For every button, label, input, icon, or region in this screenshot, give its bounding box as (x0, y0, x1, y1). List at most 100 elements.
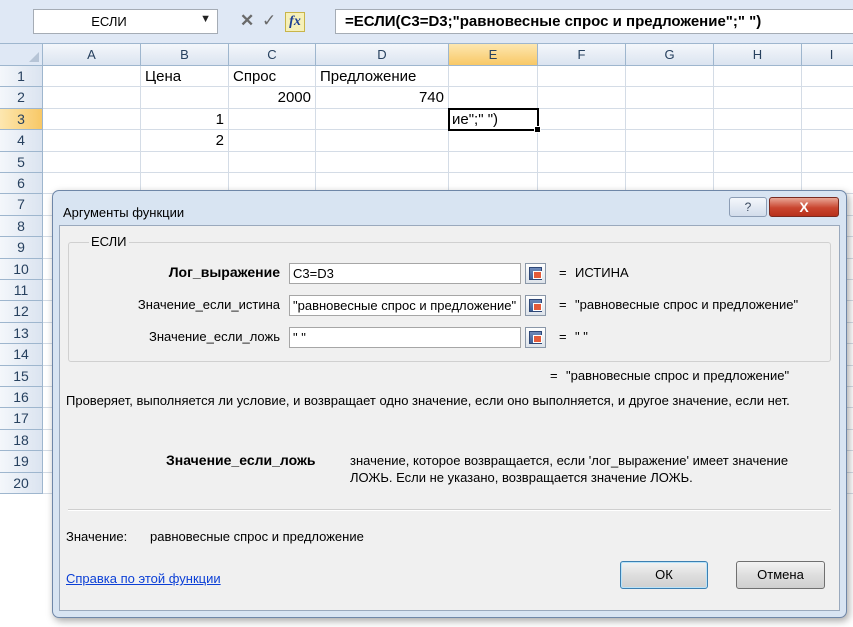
cell-b1[interactable]: Цена (141, 66, 229, 88)
arg-input-logical-test[interactable]: C3=D3 (289, 263, 521, 284)
cell-e5[interactable] (449, 151, 538, 173)
arg-input-value-if-true[interactable]: "равновесные спрос и предложение" (289, 295, 521, 316)
row-header-5[interactable]: 5 (0, 151, 43, 173)
collapse-dialog-icon[interactable] (525, 295, 546, 316)
row-header-20[interactable]: 20 (0, 472, 43, 494)
cell-f1[interactable] (538, 66, 626, 88)
column-header-i[interactable]: I (802, 44, 853, 66)
cell-a3[interactable] (43, 108, 141, 131)
cell-h4[interactable] (714, 130, 802, 152)
row-header-12[interactable]: 12 (0, 301, 43, 323)
function-description: Проверяет, выполняется ли условие, и воз… (66, 393, 790, 408)
row-header-6[interactable]: 6 (0, 173, 43, 195)
column-header-h[interactable]: H (714, 44, 802, 66)
cell-c5[interactable] (229, 151, 316, 173)
divider (68, 509, 831, 511)
row-header-14[interactable]: 14 (0, 344, 43, 366)
cell-f2[interactable] (538, 87, 626, 109)
equals-sign: = (550, 368, 558, 383)
cell-d1[interactable]: Предложение (316, 66, 449, 88)
cell-d3[interactable] (316, 108, 449, 131)
row-header-13[interactable]: 13 (0, 322, 43, 345)
active-cell-editor[interactable]: ие";" ") (448, 107, 541, 134)
cell-c2[interactable]: 2000 (229, 87, 316, 109)
equals-sign: = (559, 265, 567, 280)
cell-a4[interactable] (43, 130, 141, 152)
cell-b5[interactable] (141, 151, 229, 173)
row-header-2[interactable]: 2 (0, 87, 43, 109)
cell-g5[interactable] (626, 151, 714, 173)
cell-i3[interactable] (802, 109, 853, 131)
cell-i5[interactable] (802, 152, 853, 173)
column-header-d[interactable]: D (316, 44, 449, 66)
row-header-9[interactable]: 9 (0, 237, 43, 259)
row-header-19[interactable]: 19 (0, 451, 43, 473)
cell-e2[interactable] (449, 87, 538, 109)
ok-button[interactable]: ОК (620, 561, 708, 589)
insert-function-icon[interactable]: fx (285, 12, 305, 32)
select-all-corner[interactable] (0, 44, 43, 66)
confirm-entry-icon[interactable]: ✓ (262, 11, 276, 31)
cell-h1[interactable] (714, 66, 802, 88)
close-icon[interactable]: X (769, 197, 839, 217)
cell-f3[interactable] (538, 108, 626, 131)
column-header-f[interactable]: F (538, 44, 626, 66)
row-header-10[interactable]: 10 (0, 258, 43, 280)
cell-e1[interactable] (449, 66, 538, 88)
cell-f4[interactable] (538, 130, 626, 152)
formula-bar: ЕСЛИ ▼ ✕ ✓ fx =ЕСЛИ(C3=D3;"равновесные с… (0, 0, 853, 44)
cell-d4[interactable] (316, 130, 449, 152)
column-header-e[interactable]: E (449, 44, 538, 66)
cell-f5[interactable] (538, 151, 626, 173)
cell-e4[interactable] (449, 130, 538, 152)
row-header-16[interactable]: 16 (0, 387, 43, 409)
row-header-8[interactable]: 8 (0, 215, 43, 238)
row-header-3[interactable]: 3 (0, 108, 43, 131)
row-header-11[interactable]: 11 (0, 280, 43, 302)
row-header-4[interactable]: 4 (0, 130, 43, 152)
cell-i4[interactable] (802, 130, 853, 152)
row-header-15[interactable]: 15 (0, 365, 43, 387)
formula-input[interactable]: =ЕСЛИ(C3=D3;"равновесные спрос и предлож… (335, 9, 853, 34)
cell-g4[interactable] (626, 130, 714, 152)
row-header-18[interactable]: 18 (0, 429, 43, 452)
column-header-g[interactable]: G (626, 44, 714, 66)
cell-d2[interactable]: 740 (316, 87, 449, 109)
column-header-c[interactable]: C (229, 44, 316, 66)
cell-b2[interactable] (141, 87, 229, 109)
argument-description-text: значение, которое возвращается, если 'ло… (350, 453, 789, 485)
cell-a1[interactable] (43, 66, 141, 88)
cell-h2[interactable] (714, 87, 802, 109)
help-icon[interactable]: ? (729, 197, 767, 217)
help-link[interactable]: Справка по этой функции (66, 571, 221, 586)
function-arguments-dialog: Аргументы функции ? X ЕСЛИ Лог_выражение… (52, 190, 847, 618)
cell-h3[interactable] (714, 108, 802, 131)
row-header-17[interactable]: 17 (0, 408, 43, 430)
cell-g2[interactable] (626, 87, 714, 109)
cancel-button[interactable]: Отмена (736, 561, 825, 589)
collapse-dialog-icon[interactable] (525, 263, 546, 284)
dialog-title: Аргументы функции (63, 205, 185, 220)
cell-c4[interactable] (229, 130, 316, 152)
cell-c3[interactable] (229, 108, 316, 131)
row-header-1[interactable]: 1 (0, 66, 43, 88)
cell-b4[interactable]: 2 (141, 130, 229, 152)
cell-g3[interactable] (626, 108, 714, 131)
row-header-7[interactable]: 7 (0, 194, 43, 216)
cell-b3[interactable]: 1 (141, 108, 229, 131)
cell-a5[interactable] (43, 151, 141, 173)
arg-input-value-if-false[interactable]: " " (289, 327, 521, 348)
cell-d5[interactable] (316, 151, 449, 173)
cell-i1[interactable] (802, 66, 853, 88)
cancel-entry-icon[interactable]: ✕ (240, 11, 254, 31)
collapse-dialog-icon[interactable] (525, 327, 546, 348)
column-header-a[interactable]: A (43, 44, 141, 66)
column-header-b[interactable]: B (141, 44, 229, 66)
cell-g1[interactable] (626, 66, 714, 88)
cell-h5[interactable] (714, 151, 802, 173)
chevron-down-icon[interactable]: ▼ (200, 13, 211, 25)
cell-a2[interactable] (43, 87, 141, 109)
cell-c1[interactable]: Спрос (229, 66, 316, 88)
name-box[interactable]: ЕСЛИ ▼ (33, 9, 218, 34)
cell-i2[interactable] (802, 87, 853, 109)
